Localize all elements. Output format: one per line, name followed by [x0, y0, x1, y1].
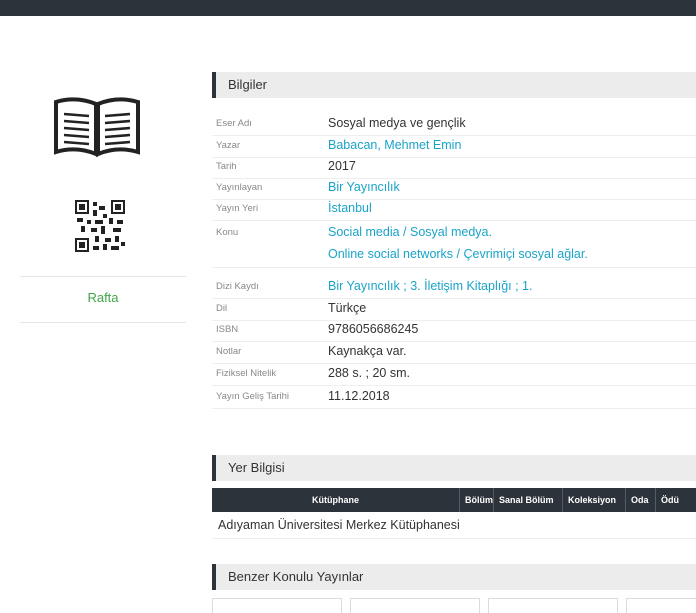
- info-value: 11.12.2018: [328, 389, 390, 403]
- info-label: Tarih: [216, 161, 237, 172]
- info-value: 2017: [328, 159, 356, 173]
- info-value: 288 s. ; 20 sm.: [328, 366, 410, 380]
- col-separator: [459, 488, 460, 512]
- similar-section-header: Benzer Konulu Yayınlar: [212, 564, 696, 590]
- info-label: Yazar: [216, 140, 241, 151]
- info-label: Konu: [216, 227, 239, 238]
- top-navbar: [0, 0, 696, 16]
- info-value-link[interactable]: Social media / Sosyal medya.: [328, 225, 492, 239]
- info-value: Kaynakça var.: [328, 344, 407, 358]
- availability-status: Rafta: [87, 290, 119, 305]
- col-separator: [493, 488, 494, 512]
- col-separator: [562, 488, 563, 512]
- info-label: Yayınlayan: [216, 182, 263, 193]
- row-divider: [212, 199, 696, 200]
- info-value: Sosyal medya ve gençlik: [328, 116, 466, 130]
- row-divider: [212, 298, 696, 299]
- location-table-header: Kütüphane Bölüm Sanal Bölüm Koleksiyon O…: [212, 488, 696, 512]
- open-book-icon: [54, 97, 140, 157]
- col-koleksiyon[interactable]: Koleksiyon: [568, 488, 616, 512]
- info-label: Yayın Yeri: [216, 203, 259, 214]
- qr-code-icon: [75, 200, 125, 252]
- info-value-link[interactable]: Bir Yayıncılık ; 3. İletişim Kitaplığı ;…: [328, 279, 532, 293]
- info-label: Fiziksel Nitelik: [216, 368, 277, 379]
- info-label: ISBN: [216, 324, 239, 335]
- similar-card[interactable]: [626, 598, 696, 613]
- row-divider: [212, 320, 696, 321]
- col-separator: [655, 488, 656, 512]
- col-kutuphane[interactable]: Kütüphane: [312, 488, 359, 512]
- info-value-link[interactable]: Online social networks / Çevrimiçi sosya…: [328, 247, 588, 261]
- row-divider: [212, 220, 696, 221]
- info-value-link[interactable]: Babacan, Mehmet Emin: [328, 138, 461, 152]
- row-divider: [212, 408, 696, 409]
- location-section-header: Yer Bilgisi: [212, 455, 696, 481]
- info-value: 9786056686245: [328, 322, 419, 336]
- info-value-link[interactable]: İstanbul: [328, 201, 372, 215]
- info-label: Notlar: [216, 346, 242, 357]
- info-value-link[interactable]: Bir Yayıncılık: [328, 180, 400, 194]
- info-label: Yayın Geliş Tarihi: [216, 391, 290, 402]
- row-divider: [212, 385, 696, 386]
- row-divider: [212, 341, 696, 342]
- row-divider: [212, 135, 696, 136]
- info-label: Eser Adı: [216, 118, 252, 129]
- row-divider: [212, 178, 696, 179]
- table-row-line: [212, 538, 696, 539]
- col-oda[interactable]: Oda: [631, 488, 649, 512]
- row-divider: [212, 157, 696, 158]
- info-label: Dil: [216, 303, 228, 314]
- info-section-header: Bilgiler: [212, 72, 696, 98]
- col-separator: [625, 488, 626, 512]
- left-divider-top: [20, 276, 186, 277]
- library-name-cell: Adıyaman Üniversitesi Merkez Kütüphanesi: [218, 518, 460, 532]
- similar-card[interactable]: [350, 598, 480, 613]
- similar-card[interactable]: [488, 598, 618, 613]
- left-divider-bottom: [20, 322, 186, 323]
- info-label: Dizi Kaydı: [216, 281, 259, 292]
- row-divider: [212, 267, 696, 268]
- col-bolum[interactable]: Bölüm: [465, 488, 493, 512]
- similar-card[interactable]: [212, 598, 342, 613]
- col-sanal-bolum[interactable]: Sanal Bölüm: [499, 488, 554, 512]
- row-divider: [212, 363, 696, 364]
- info-value: Türkçe: [328, 301, 367, 315]
- col-odu[interactable]: Ödü: [661, 488, 679, 512]
